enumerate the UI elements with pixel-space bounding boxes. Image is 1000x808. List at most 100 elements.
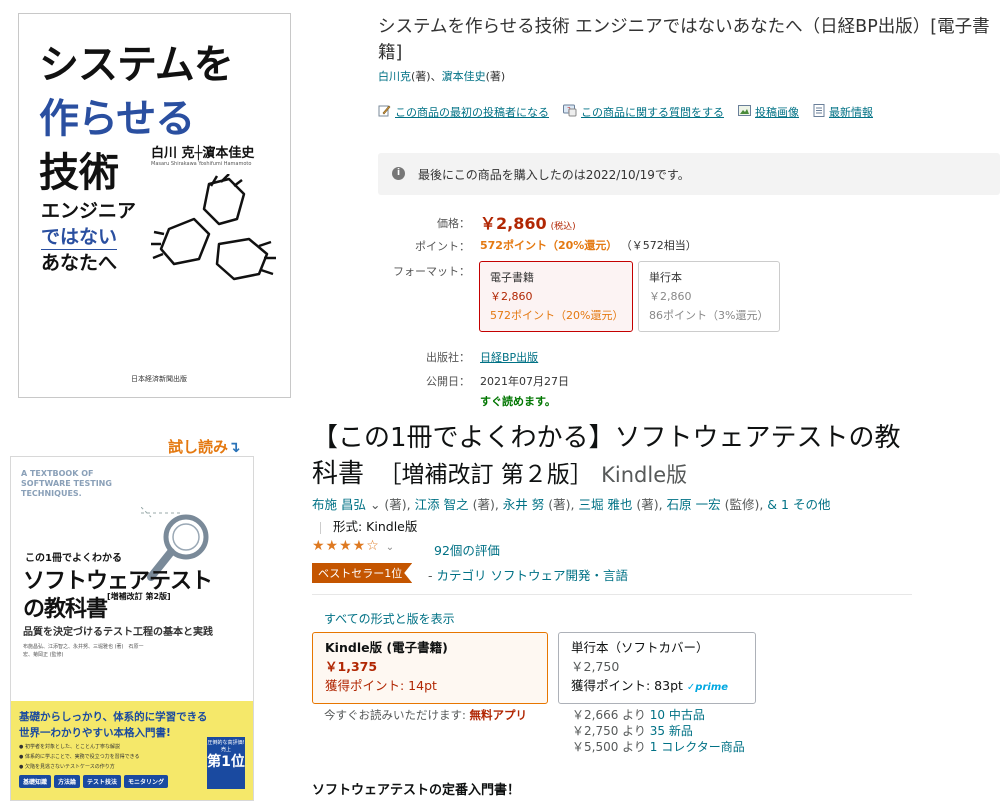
byline: 布施 昌弘 ⌄ (著), 江添 智之 (著), 永井 努 (著), 三堀 雅也 … <box>312 494 830 513</box>
action-label: この商品に関する質問をする <box>581 106 724 119</box>
price-label: 価格： <box>437 217 470 230</box>
format-label: フォーマット： <box>393 265 470 278</box>
cover-title-line: 技術 <box>39 150 119 196</box>
title-edition: ［増補改訂 第２版］ <box>390 462 593 488</box>
star-rating[interactable]: ★★★★☆ ⌄ <box>312 538 395 554</box>
posted-images-link[interactable]: 投稿画像 <box>738 104 799 120</box>
author-link[interactable]: 永井 努 <box>503 497 544 512</box>
format-name: 単行本（ソフトカバー） <box>571 640 709 655</box>
available-now-text: すぐ読めます。 <box>480 395 556 408</box>
action-label: 最新情報 <box>829 106 873 119</box>
image-icon <box>738 104 751 120</box>
offer-link[interactable]: 10 中古品 <box>650 708 705 722</box>
author-role: (著) <box>485 70 506 83</box>
cover-authors-romaji: Masaru Shirakawa Yoshifumi Hamamoto <box>151 161 252 167</box>
cover-band-headline: 世界一わかりやすい本格入門書! <box>19 727 171 739</box>
author-role: (著)、 <box>411 70 442 83</box>
info-icon: i <box>392 167 405 180</box>
format-price: ￥2,750 <box>571 659 620 674</box>
point-label: ポイント： <box>415 240 470 253</box>
author-link[interactable]: 白川克 <box>378 70 411 83</box>
look-inside-arrow-icon: ↴ <box>228 438 241 456</box>
offer-link[interactable]: 35 新品 <box>650 724 693 738</box>
other-sellers: ￥2,666 より 10 中古品 ￥2,750 より 35 新品 ￥5,500 … <box>572 707 745 755</box>
bestseller-category: - カテゴリ ソフトウェア開発・言語 <box>428 565 628 584</box>
title-format: Kindle版 <box>601 463 688 487</box>
all-formats-link[interactable]: すべての形式と版を表示 <box>324 610 455 627</box>
product-title: 【この1冊でよくわかる】ソフトウェアテストの教科書 ［増補改訂 第２版］ Kin… <box>312 420 912 493</box>
format-price: ￥2,860 <box>649 290 692 303</box>
cover-title-line: 作らせる <box>39 96 195 142</box>
ratings-count-link[interactable]: 92個の評価 <box>434 540 500 559</box>
cover-authors: 白川 克┼濵本佳史 <box>151 146 255 161</box>
cover-subtitle: 品質を決定づけるテスト工程の基本と実践 <box>23 627 213 638</box>
format-points: 獲得ポイント: 83pt <box>571 678 683 693</box>
format-price: ￥2,860 <box>490 290 533 303</box>
cover-authors: 布施昌弘、江添智之、永井努、三堀雅也 (著) 石原一宏、菊岡正 (監修) <box>23 644 144 658</box>
cover-title-line: の教科書[増補改訂 第2版] <box>23 591 171 623</box>
byline: 白川克(著)、濵本佳史(著) <box>378 68 505 84</box>
author-link[interactable]: 三堀 雅也 <box>578 497 632 512</box>
chevron-down-icon: ⌄ <box>385 542 396 553</box>
format-name: 電子書籍 <box>490 271 534 284</box>
format-line: 形式: Kindle版 <box>320 516 417 535</box>
cover-tag: 基礎知識 <box>19 775 52 788</box>
prime-badge-icon: ✓prime <box>686 682 729 693</box>
cover-publisher: 日本経済新聞出版 <box>131 375 187 383</box>
cover-bullet: ● 初学者を対象とした、とことん丁寧な解説 <box>19 744 120 750</box>
purchase-notice-text: 最後にこの商品を購入したのは2022/10/19です。 <box>418 168 690 182</box>
action-label: 投稿画像 <box>755 106 799 119</box>
review-actions: この商品の最初の投稿者になる ? この商品に関する質問をする 投稿画像 最新情報 <box>378 104 873 120</box>
bestseller-badge[interactable]: ベストセラー1位 <box>312 563 413 583</box>
format-option-paperback[interactable]: 単行本（ソフトカバー） ￥2,750 獲得ポイント: 83pt ✓prime <box>558 632 756 704</box>
cover-lead: この1冊でよくわかる <box>25 553 122 564</box>
format-points: 86ポイント（3%還元） <box>649 309 769 322</box>
cover-title-line: システムを <box>39 42 234 88</box>
write-review-link[interactable]: この商品の最初の投稿者になる <box>378 104 549 120</box>
format-option-kindle[interactable]: Kindle版 (電子書籍) ￥1,375 獲得ポイント: 14pt <box>312 632 548 704</box>
action-label: この商品の最初の投稿者になる <box>395 106 549 119</box>
read-now-text: 今すぐお読みいただけます: <box>324 708 470 722</box>
author-link[interactable]: 濵本佳史 <box>442 70 486 83</box>
publisher-link[interactable]: 日経BP出版 <box>480 349 538 365</box>
author-role: (著), <box>468 497 503 512</box>
category-link[interactable]: カテゴリ ソフトウェア開発・言語 <box>437 568 628 583</box>
format-name: 単行本 <box>649 271 682 284</box>
author-link[interactable]: 江添 智之 <box>415 497 469 512</box>
author-link[interactable]: 布施 昌弘 <box>312 497 366 512</box>
document-icon <box>813 104 825 120</box>
cover-subtitle-line: エンジニア <box>41 200 137 222</box>
release-date-value: 2021年07月27日 <box>480 375 569 388</box>
divider <box>320 521 321 534</box>
point-value: 572ポイント（20%還元） （￥572相当） <box>480 237 697 253</box>
author-role: (著), <box>544 497 579 512</box>
cover-bullet: ● 欠陥を見逃さないテストケースの作り方 <box>19 764 115 770</box>
offer-price: ￥2,750 より <box>572 724 646 738</box>
point-amount: 572ポイント（20%還元） <box>480 239 618 252</box>
look-inside-link[interactable]: 試し読み↴ <box>168 436 241 457</box>
author-role: (監修), <box>720 497 768 512</box>
format-option-tankobon[interactable]: 単行本 ￥2,860 86ポイント（3%還元） <box>638 261 780 332</box>
cover-tag: テスト技法 <box>83 775 122 788</box>
book1-cover-image[interactable]: システムを 作らせる 技術 白川 克┼濵本佳史 Masaru Shirakawa… <box>18 13 291 398</box>
publisher-label: 出版社： <box>426 351 470 364</box>
book2-cover-image[interactable]: A TEXTBOOK OF SOFTWARE TESTING TECHNIQUE… <box>10 456 254 801</box>
three-hands-illustration-icon <box>151 174 276 281</box>
stars-icon: ★★★★☆ <box>312 538 380 554</box>
question-icon: ? <box>563 104 577 120</box>
offer-row: ￥2,666 より 10 中古品 <box>572 707 745 723</box>
read-now-note: 今すぐお読みいただけます: 無料アプリ <box>324 707 527 723</box>
free-app-label: 無料アプリ <box>469 708 528 722</box>
author-link[interactable]: 石原 一宏 <box>667 497 721 512</box>
format-points: 572ポイント（20%還元） <box>490 309 624 322</box>
cover-bullet: ● 体系的に学ぶことで、実務で役立つ力を習得できる <box>19 754 140 760</box>
offer-price: ￥5,500 より <box>572 740 646 754</box>
offer-link[interactable]: 1 コレクター商品 <box>650 740 745 754</box>
format-option-ebook[interactable]: 電子書籍 ￥2,860 572ポイント（20%還元） <box>479 261 633 332</box>
point-equivalent: （￥572相当） <box>620 239 697 252</box>
latest-info-link[interactable]: 最新情報 <box>813 104 873 120</box>
cover-tag: モニタリング <box>124 775 169 788</box>
more-authors-link[interactable]: & 1 その他 <box>767 497 830 512</box>
pencil-icon <box>378 104 391 120</box>
ask-question-link[interactable]: ? この商品に関する質問をする <box>563 104 724 120</box>
